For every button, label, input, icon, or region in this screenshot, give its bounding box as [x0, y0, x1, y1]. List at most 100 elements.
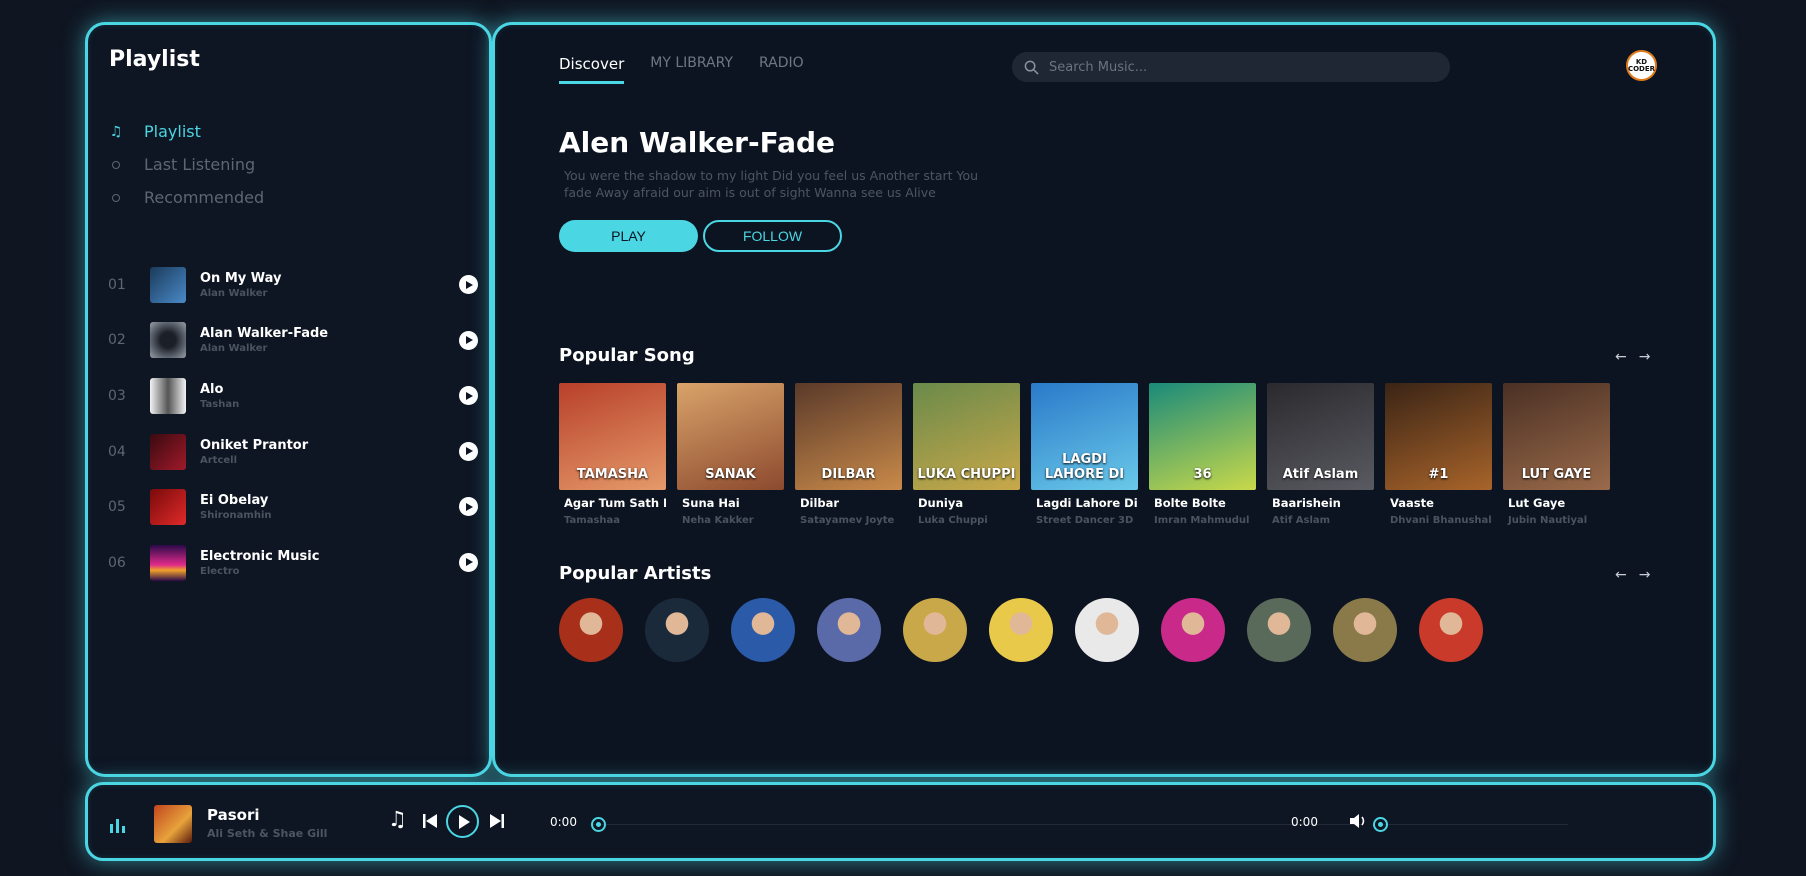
song-title: Duniya: [918, 496, 964, 510]
follow-button[interactable]: FOLLOW: [703, 220, 842, 252]
song-card[interactable]: LAGDI LAHORE DI Lagdi Lahore Di Street Dan…: [1031, 383, 1138, 526]
main-content: Discover MY LIBRARY RADIO KD CODER Alen …: [492, 22, 1716, 777]
song-card[interactable]: LUT GAYE Lut Gaye Jubin Nautiyal: [1503, 383, 1610, 526]
play-icon[interactable]: [459, 441, 478, 461]
song-card[interactable]: LUKA CHUPPI Duniya Luka Chuppi: [913, 383, 1020, 526]
volume-slider-handle[interactable]: [1373, 817, 1388, 832]
search-input[interactable]: [1049, 59, 1429, 75]
song-cover: TAMASHA: [559, 383, 666, 490]
song-card[interactable]: 36 Bolte Bolte Imran Mahmudul: [1149, 383, 1256, 526]
song-artist: Street Dancer 3D: [1036, 515, 1134, 526]
song-cover-text: TAMASHA: [576, 467, 649, 482]
list-item[interactable]: 05 Ei Obelay Shironamhin: [108, 479, 478, 535]
sidebar-item-last-listening[interactable]: Last Listening: [108, 148, 264, 181]
artist-avatar[interactable]: [903, 598, 967, 662]
song-card[interactable]: SANAK Suna Hai Neha Kakker: [677, 383, 784, 526]
arrow-right-icon[interactable]: →: [1639, 567, 1651, 583]
hero-description: You were the shadow to my light Did you …: [564, 168, 979, 200]
sidebar-item-playlist[interactable]: ♫ Playlist: [108, 115, 264, 148]
volume-track[interactable]: [1378, 824, 1568, 825]
play-icon[interactable]: [459, 330, 478, 350]
song-title: Dilbar: [800, 496, 840, 510]
previous-icon[interactable]: [423, 814, 437, 828]
song-cover-text: Atif Aslam: [1282, 467, 1359, 482]
artist-avatar[interactable]: [559, 598, 623, 662]
song-title: Agar Tum Sath Ho: [564, 496, 666, 510]
sidebar-item-label: Last Listening: [144, 155, 256, 174]
list-item[interactable]: 04 Oniket Prantor Artcell: [108, 424, 478, 480]
sidebar-menu: ♫ Playlist Last Listening Recommended: [108, 115, 264, 214]
track-artist: Tashan: [200, 398, 240, 410]
track-number: 04: [108, 443, 126, 460]
track-cover: [150, 377, 186, 414]
song-title: Bolte Bolte: [1154, 496, 1226, 510]
artist-avatar[interactable]: [1333, 598, 1397, 662]
song-cover: LUKA CHUPPI: [913, 383, 1020, 490]
track-title: Electronic Music: [200, 548, 320, 564]
track-artist: Shironamhin: [200, 510, 272, 522]
hero-title: Alen Walker-Fade: [559, 126, 836, 159]
artist-avatar[interactable]: [1075, 598, 1139, 662]
top-nav: Discover MY LIBRARY RADIO: [559, 55, 804, 84]
list-item[interactable]: 06 Electronic Music Electro: [108, 535, 478, 591]
song-cover-text: LUT GAYE: [1521, 467, 1592, 482]
song-cover-text: 36: [1193, 467, 1212, 482]
now-playing-artist: Ali Seth & Shae Gill: [207, 827, 328, 840]
track-artist: Electro: [200, 565, 240, 577]
song-artist: Tamashaa: [564, 515, 621, 526]
track-number: 01: [108, 276, 126, 293]
song-cover-text: DILBAR: [821, 467, 876, 482]
track-artist: Alan Walker: [200, 287, 268, 299]
artist-avatar[interactable]: [989, 598, 1053, 662]
now-playing-cover: [154, 805, 192, 843]
track-number: 02: [108, 332, 126, 349]
player-bar: Pasori Ali Seth & Shae Gill ♫ 0:00 0:00: [85, 782, 1716, 861]
progress-slider-handle[interactable]: [591, 817, 606, 832]
song-artist: Imran Mahmudul: [1154, 515, 1250, 526]
song-artist: Satayamev Joyte: [800, 515, 895, 526]
play-button[interactable]: PLAY: [559, 220, 698, 252]
song-card[interactable]: DILBAR Dilbar Satayamev Joyte: [795, 383, 902, 526]
song-title: Baarishein: [1272, 496, 1341, 510]
music-note-icon[interactable]: ♫: [388, 807, 407, 831]
avatar[interactable]: KD CODER: [1626, 50, 1657, 81]
volume-icon[interactable]: [1350, 813, 1368, 829]
song-cover-text: SANAK: [705, 467, 756, 482]
track-title: Ei Obelay: [200, 493, 269, 509]
tab-discover[interactable]: Discover: [559, 55, 625, 84]
song-cover: #1: [1385, 383, 1492, 490]
progress-track[interactable]: [593, 824, 1363, 825]
next-icon[interactable]: [490, 814, 504, 828]
tab-my-library[interactable]: MY LIBRARY: [650, 55, 733, 84]
track-cover: [150, 322, 186, 359]
artist-avatar[interactable]: [1419, 598, 1483, 662]
song-card[interactable]: TAMASHA Agar Tum Sath Ho Tamashaa: [559, 383, 666, 526]
play-icon[interactable]: [459, 275, 478, 294]
artist-avatar[interactable]: [1161, 598, 1225, 662]
play-icon[interactable]: [459, 552, 478, 572]
song-card[interactable]: Atif Aslam Baarishein Atif Aslam: [1267, 383, 1374, 526]
list-item[interactable]: 01 On My Way Alan Walker: [108, 257, 478, 313]
song-title: Lagdi Lahore Di: [1036, 496, 1138, 510]
artist-avatar[interactable]: [817, 598, 881, 662]
arrow-left-icon[interactable]: ←: [1615, 349, 1627, 365]
artist-avatar[interactable]: [645, 598, 709, 662]
arrow-right-icon[interactable]: →: [1639, 349, 1651, 365]
list-item[interactable]: 02 Alan Walker-Fade Alan Walker: [108, 313, 478, 369]
song-title: Suna Hai: [682, 496, 740, 510]
track-title: On My Way: [200, 270, 282, 286]
song-cover-text: #1: [1428, 467, 1449, 482]
list-item[interactable]: 03 Alo Tashan: [108, 368, 478, 424]
current-time: 0:00: [550, 815, 577, 829]
track-number: 06: [108, 554, 126, 571]
artist-avatar[interactable]: [731, 598, 795, 662]
arrow-left-icon[interactable]: ←: [1615, 567, 1627, 583]
artist-avatar[interactable]: [1247, 598, 1311, 662]
play-pause-button[interactable]: [446, 805, 479, 838]
track-cover: [150, 544, 186, 581]
tab-radio[interactable]: RADIO: [759, 55, 804, 84]
song-card[interactable]: #1 Vaaste Dhvani Bhanushali: [1385, 383, 1492, 526]
sidebar-item-recommended[interactable]: Recommended: [108, 181, 264, 214]
song-cover: SANAK: [677, 383, 784, 490]
popular-song-list: TAMASHA Agar Tum Sath Ho Tamashaa SANAK Suna…: [559, 383, 1610, 526]
